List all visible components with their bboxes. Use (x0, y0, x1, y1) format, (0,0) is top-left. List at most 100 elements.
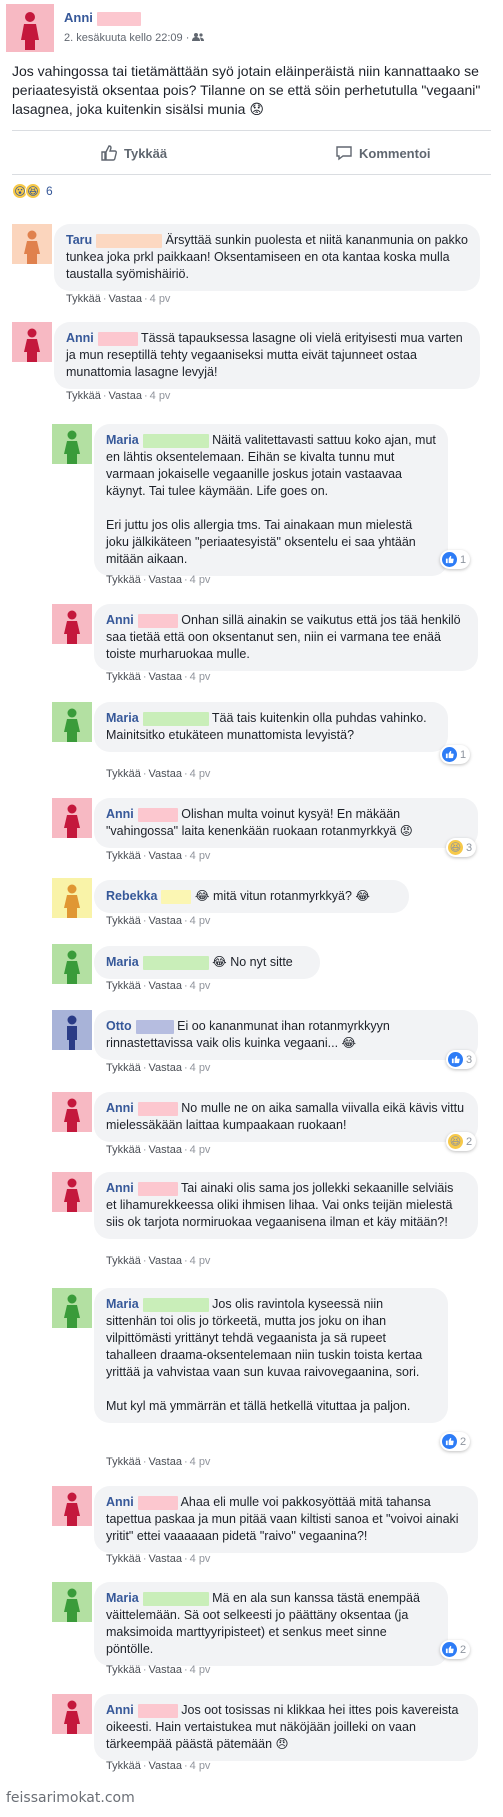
comment-reply-link[interactable]: Vastaa (149, 915, 182, 927)
like-button[interactable]: Tykkää (100, 142, 167, 164)
avatar[interactable] (52, 1010, 92, 1050)
comment-reply-link[interactable]: Vastaa (149, 1664, 182, 1676)
post-meta[interactable]: 2. kesäkuuta kello 22:09 · (64, 32, 205, 44)
commenter-name[interactable]: Maria (106, 711, 209, 726)
like-reaction-icon (442, 1434, 457, 1449)
commenter-name[interactable]: Anni (106, 1495, 178, 1510)
commenter-name[interactable]: Otto (106, 1019, 174, 1034)
comment-age[interactable]: 4 pv (190, 1144, 211, 1156)
avatar[interactable] (52, 944, 92, 984)
comment-like-link[interactable]: Tykkää (106, 1553, 141, 1565)
comment-like-link[interactable]: Tykkää (66, 293, 101, 305)
comment-age[interactable]: 4 pv (190, 850, 211, 862)
comment-age[interactable]: 4 pv (190, 1664, 211, 1676)
comment-age[interactable]: 4 pv (190, 574, 211, 586)
comment-age[interactable]: 4 pv (190, 1062, 211, 1074)
comment-like-link[interactable]: Tykkää (106, 1664, 141, 1676)
comment-age[interactable]: 4 pv (190, 1255, 211, 1267)
comment-bubble: Anni Olishan multa voinut kysyä! En mäkä… (94, 798, 478, 848)
comment-like-link[interactable]: Tykkää (66, 390, 101, 402)
comment-icon (336, 146, 352, 161)
avatar[interactable] (52, 1486, 92, 1526)
comment-reply-link[interactable]: Vastaa (149, 980, 182, 992)
avatar[interactable] (52, 798, 92, 838)
commenter-name[interactable]: Anni (106, 807, 178, 822)
commenter-name[interactable]: Anni (106, 1703, 178, 1718)
avatar[interactable] (52, 1582, 92, 1622)
comment-reply-link[interactable]: Vastaa (109, 390, 142, 402)
comment-reactions[interactable]: 2 (440, 1432, 471, 1451)
comment-reply-link[interactable]: Vastaa (149, 1553, 182, 1565)
comment-reply-link[interactable]: Vastaa (149, 1456, 182, 1468)
comment-reply-link[interactable]: Vastaa (149, 1062, 182, 1074)
commenter-name[interactable]: Taru (66, 233, 163, 248)
comment-reactions[interactable]: 2 (440, 1640, 471, 1659)
comment-like-link[interactable]: Tykkää (106, 1456, 141, 1468)
comment-reply-link[interactable]: Vastaa (149, 1760, 182, 1772)
comment-age[interactable]: 4 pv (190, 1553, 211, 1565)
comment-age[interactable]: 4 pv (150, 293, 171, 305)
comment-like-link[interactable]: Tykkää (106, 574, 141, 586)
comment-bubble: Anni Tai ainaki olis sama jos jollekki s… (94, 1172, 478, 1239)
avatar[interactable] (52, 424, 92, 464)
comment-like-link[interactable]: Tykkää (106, 980, 141, 992)
comment-button[interactable]: Kommentoi (335, 142, 431, 164)
avatar[interactable] (52, 604, 92, 644)
comment-age[interactable]: 4 pv (190, 768, 211, 780)
comment-age[interactable]: 4 pv (190, 980, 211, 992)
post-reactions[interactable]: 😮 😆 6 (12, 183, 53, 199)
female-avatar-icon (64, 1098, 80, 1132)
comment-reactions[interactable]: 3 (446, 1050, 477, 1069)
commenter-name[interactable]: Maria (106, 433, 209, 448)
comment-reactions[interactable]: 1 (440, 745, 471, 764)
avatar[interactable] (52, 702, 92, 742)
comment-like-link[interactable]: Tykkää (106, 850, 141, 862)
comment-reply-link[interactable]: Vastaa (149, 574, 182, 586)
comment-actions: Tykkää · Vastaa · 4 pv (106, 980, 211, 992)
divider (12, 174, 491, 175)
commenter-name[interactable]: Rebekka (106, 889, 192, 904)
avatar[interactable] (52, 878, 92, 918)
comment-reply-link[interactable]: Vastaa (109, 293, 142, 305)
commenter-name[interactable]: Maria (106, 1297, 209, 1312)
comment-like-link[interactable]: Tykkää (106, 671, 141, 683)
comment-like-link[interactable]: Tykkää (106, 1255, 141, 1267)
commenter-name[interactable]: Anni (66, 331, 138, 346)
commenter-name[interactable]: Anni (106, 1101, 178, 1116)
avatar[interactable] (52, 1092, 92, 1132)
comment-bubble: Maria Mä en ala sun kanssa tästä enempää… (94, 1582, 448, 1666)
avatar[interactable] (12, 322, 52, 362)
comment-like-link[interactable]: Tykkää (106, 915, 141, 927)
commenter-name[interactable]: Anni (106, 1181, 178, 1196)
post-author[interactable]: Anni (64, 10, 141, 26)
avatar[interactable] (52, 1172, 92, 1212)
avatar[interactable] (12, 224, 52, 264)
comment-reply-link[interactable]: Vastaa (149, 1255, 182, 1267)
comment-reply-link[interactable]: Vastaa (149, 850, 182, 862)
comment-like-link[interactable]: Tykkää (106, 768, 141, 780)
avatar[interactable] (6, 4, 54, 52)
comment-reply-link[interactable]: Vastaa (149, 1144, 182, 1156)
comment-reactions[interactable]: 😆 2 (446, 1132, 477, 1151)
comment-like-link[interactable]: Tykkää (106, 1760, 141, 1772)
post-header: Anni 2. kesäkuuta kello 22:09 · (6, 4, 496, 52)
comment-bubble: Otto Ei oo kananmunat ihan rotanmyrkkyyn… (94, 1010, 478, 1060)
avatar[interactable] (52, 1694, 92, 1734)
comment-age[interactable]: 4 pv (190, 671, 211, 683)
comment-reactions[interactable]: 😆 3 (446, 838, 477, 857)
like-reaction-icon (448, 1052, 463, 1067)
comment-like-link[interactable]: Tykkää (106, 1144, 141, 1156)
comment-reactions[interactable]: 1 (440, 550, 471, 569)
comment-age[interactable]: 4 pv (190, 1456, 211, 1468)
female-avatar-icon (21, 12, 39, 50)
comment-reply-link[interactable]: Vastaa (149, 671, 182, 683)
comment-age[interactable]: 4 pv (150, 390, 171, 402)
comment-age[interactable]: 4 pv (190, 1760, 211, 1772)
comment-like-link[interactable]: Tykkää (106, 1062, 141, 1074)
commenter-name[interactable]: Anni (106, 613, 178, 628)
comment-reply-link[interactable]: Vastaa (149, 768, 182, 780)
comment-age[interactable]: 4 pv (190, 915, 211, 927)
avatar[interactable] (52, 1288, 92, 1328)
commenter-name[interactable]: Maria (106, 1591, 209, 1606)
commenter-name[interactable]: Maria (106, 955, 209, 970)
